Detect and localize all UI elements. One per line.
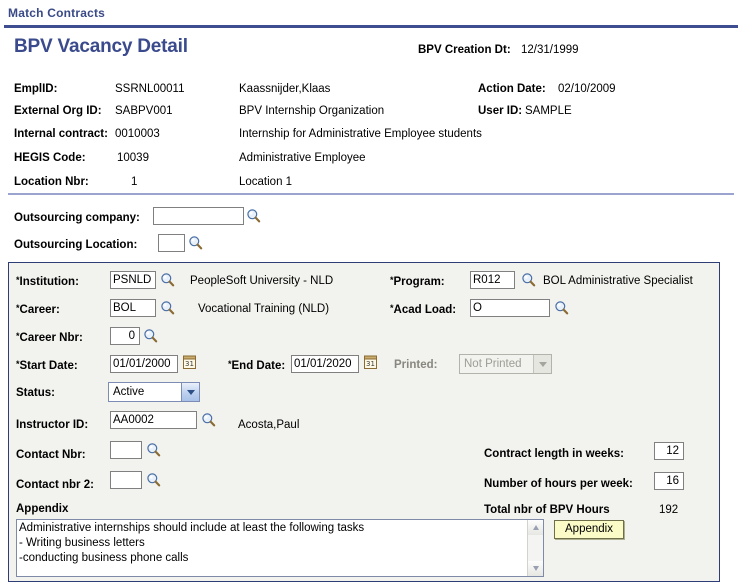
printed-label: Printed: [394,359,438,371]
external-org-id-description: BPV Internship Organization [239,105,385,117]
instructor-lookup-icon[interactable] [201,412,216,427]
institution-label: Institution: [16,275,79,288]
emplid-description: Kaassnijder,Klaas [239,83,331,95]
start-date-calendar-icon[interactable]: 31 [182,354,197,370]
internal-contract-label: Internal contract: [14,128,108,140]
user-id-value: SAMPLE [525,105,572,117]
svg-text:31: 31 [366,360,375,368]
end-date-label: End Date: [228,359,286,372]
acad-load-input[interactable] [470,299,550,317]
program-description: BOL Administrative Specialist [543,275,693,287]
institution-lookup-icon[interactable] [160,272,175,287]
career-label: Career: [16,303,60,316]
hegis-code-description: Administrative Employee [239,152,366,164]
status-dropdown[interactable]: Active [108,382,200,402]
chevron-down-icon[interactable] [181,383,199,401]
breadcrumb[interactable]: Match Contracts [8,6,105,20]
external-org-id-label: External Org ID: [14,105,102,117]
career-nbr-input[interactable] [110,327,140,345]
acad-load-lookup-icon[interactable] [554,300,569,315]
outsourcing-company-input[interactable] [153,207,244,225]
appendix-button[interactable]: Appendix [554,520,624,539]
user-id-label: User ID: [478,105,523,117]
hegis-code-value: 10039 [117,152,149,164]
appendix-textarea[interactable]: Administrative internships should includ… [16,519,544,577]
outsourcing-company-label: Outsourcing company: [14,212,140,224]
instructor-id-label: Instructor ID: [16,419,89,431]
end-date-input[interactable] [291,355,359,373]
program-label: Program: [390,275,445,288]
appendix-textarea-wrapper: Administrative internships should includ… [16,519,544,577]
status-label: Status: [16,387,55,399]
printed-dropdown: Not Printed [459,354,552,374]
bpv-creation-date-label: BPV Creation Dt: [418,44,511,56]
institution-description: PeopleSoft University - NLD [190,275,334,287]
action-date-label: Action Date: [478,83,546,95]
outsourcing-location-input[interactable] [158,234,185,252]
contact-nbr-lookup-icon[interactable] [146,442,161,457]
contract-length-input[interactable] [654,442,684,460]
contact-nbr2-lookup-icon[interactable] [146,472,161,487]
svg-text:31: 31 [185,360,194,368]
total-bpv-hours-value: 192 [659,504,679,516]
emplid-label: EmplID: [14,83,58,95]
outsourcing-location-label: Outsourcing Location: [14,239,138,251]
printed-value: Not Printed [464,358,522,370]
page-title: BPV Vacancy Detail [14,36,188,57]
instructor-id-input[interactable] [110,411,197,429]
hours-per-week-input[interactable] [654,472,684,490]
contact-nbr2-label: Contact nbr 2: [16,479,94,491]
hours-per-week-label: Number of hours per week: [484,478,633,490]
location-nbr-description: Location 1 [239,176,293,188]
end-date-calendar-icon[interactable]: 31 [363,354,378,370]
contact-nbr-label: Contact Nbr: [16,449,86,461]
internal-contract-description: Internship for Administrative Employee s… [239,128,482,140]
status-value: Active [113,386,145,398]
career-input[interactable] [110,299,156,317]
career-nbr-label: Career Nbr: [16,331,83,344]
location-nbr-label: Location Nbr: [14,176,89,188]
scroll-up-arrow-icon[interactable] [528,520,543,535]
action-date-value: 02/10/2009 [558,83,616,95]
appendix-section-label: Appendix [16,503,69,515]
contract-length-label: Contract length in weeks: [484,448,624,460]
contact-nbr-input[interactable] [110,441,142,459]
external-org-id-value: SABPV001 [115,105,173,117]
institution-input[interactable] [110,271,156,289]
hegis-code-label: HEGIS Code: [14,152,86,164]
instructor-description: Acosta,Paul [238,419,300,431]
contact-nbr2-input[interactable] [110,471,142,489]
program-lookup-icon[interactable] [521,272,536,287]
outsourcing-company-lookup-icon[interactable] [246,208,261,223]
internal-contract-value: 0010003 [115,128,160,140]
career-description: Vocational Training (NLD) [198,303,330,315]
emplid-value: SSRNL00011 [115,83,185,95]
start-date-input[interactable] [110,355,178,373]
appendix-scrollbar[interactable] [527,520,543,576]
chevron-down-icon [533,355,551,373]
location-nbr-value: 1 [131,176,138,188]
section-divider [8,193,734,195]
header-rule [4,25,738,28]
total-bpv-hours-label: Total nbr of BPV Hours [484,504,610,516]
start-date-label: Start Date: [16,359,78,372]
program-input[interactable] [470,271,515,289]
career-nbr-lookup-icon[interactable] [143,328,158,343]
career-lookup-icon[interactable] [160,300,175,315]
bpv-creation-date-value: 12/31/1999 [521,44,579,56]
scroll-down-arrow-icon[interactable] [528,561,543,576]
outsourcing-location-lookup-icon[interactable] [188,235,203,250]
acad-load-label: Acad Load: [390,303,457,316]
